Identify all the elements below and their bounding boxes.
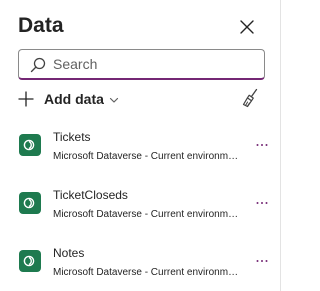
panel-header: Data bbox=[18, 14, 270, 44]
data-source-name: Notes bbox=[53, 246, 85, 260]
data-source-name: TicketCloseds bbox=[53, 188, 128, 202]
search-input[interactable] bbox=[53, 53, 253, 75]
clear-button[interactable] bbox=[241, 88, 261, 108]
more-icon[interactable] bbox=[255, 140, 269, 150]
close-button[interactable] bbox=[236, 16, 258, 38]
more-icon[interactable] bbox=[255, 198, 269, 208]
panel-title: Data bbox=[18, 14, 64, 37]
add-data-button[interactable]: Add data bbox=[18, 88, 119, 110]
chevron-down-icon bbox=[109, 97, 118, 103]
plus-icon bbox=[18, 91, 34, 107]
toolbar: Add data bbox=[18, 88, 263, 110]
data-source-description: Microsoft Dataverse - Current environmen… bbox=[53, 209, 241, 220]
data-panel: Data Add data bbox=[0, 0, 281, 291]
broom-icon bbox=[242, 88, 258, 108]
close-icon bbox=[240, 20, 254, 34]
dataverse-icon bbox=[19, 250, 41, 272]
data-source-description: Microsoft Dataverse - Current environmen… bbox=[53, 267, 241, 278]
add-data-label: Add data bbox=[44, 91, 104, 107]
data-source-name: Tickets bbox=[53, 130, 91, 144]
list-item[interactable]: Tickets Microsoft Dataverse - Current en… bbox=[0, 118, 281, 174]
more-icon[interactable] bbox=[255, 256, 269, 266]
search-box[interactable] bbox=[18, 49, 265, 80]
data-source-description: Microsoft Dataverse - Current environmen… bbox=[53, 151, 241, 162]
list-item[interactable]: TicketCloseds Microsoft Dataverse - Curr… bbox=[0, 176, 281, 232]
dataverse-icon bbox=[19, 192, 41, 214]
list-item[interactable]: Notes Microsoft Dataverse - Current envi… bbox=[0, 234, 281, 290]
search-icon bbox=[30, 57, 46, 73]
dataverse-icon bbox=[19, 134, 41, 156]
